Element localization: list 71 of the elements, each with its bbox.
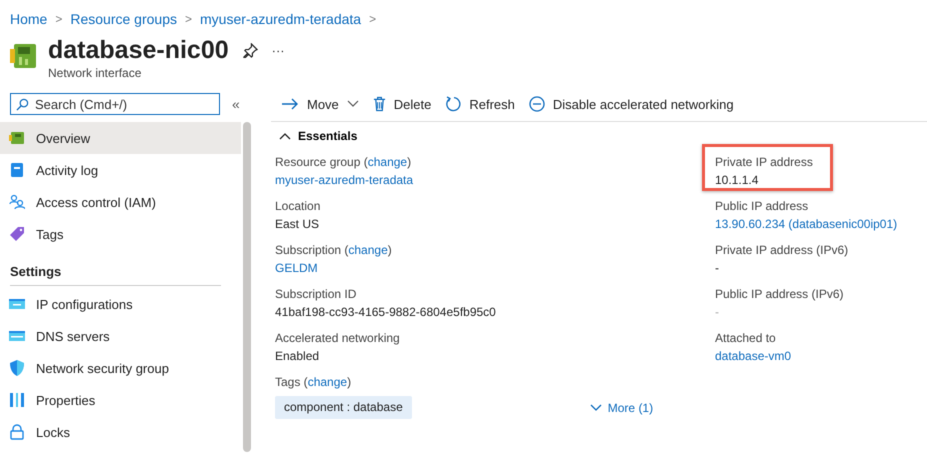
section-heading: Settings <box>9 263 62 281</box>
change-link[interactable]: change <box>308 375 348 389</box>
breadcrumb-link[interactable]: myuser-azuredm-teradata <box>200 10 362 26</box>
trash-icon <box>372 96 386 112</box>
dns-icon <box>9 328 25 344</box>
toolbar-button[interactable]: Refresh <box>445 96 515 112</box>
breadcrumb-separator: > <box>369 12 376 26</box>
refresh-icon <box>445 96 462 112</box>
change-link[interactable]: change <box>348 243 388 257</box>
field-label: Public IP address <box>715 198 810 215</box>
chevron-icon <box>279 132 291 140</box>
users-icon <box>9 194 25 210</box>
toolbar-button[interactable]: Move <box>281 96 359 112</box>
collapse-button[interactable]: « <box>232 96 240 112</box>
shield-icon <box>9 360 25 376</box>
search-icon <box>16 98 29 111</box>
breadcrumb-link[interactable]: Resource groups <box>70 10 177 26</box>
field-label: Private IP address (IPv6) <box>715 242 850 259</box>
more-button[interactable]: ··· <box>272 42 285 58</box>
field-label: Resource group (change) <box>275 154 412 171</box>
search-field[interactable]: Search (Cmd+/) <box>10 93 220 115</box>
field-link[interactable]: myuser-azuredm-teradata <box>275 171 715 189</box>
essentials-toggle[interactable]: Essentials <box>275 122 358 144</box>
arrow-right-icon <box>281 97 299 111</box>
field-value: - <box>715 260 720 277</box>
chevron-down-icon <box>590 404 602 412</box>
sidebar-item[interactable]: Tags <box>0 218 241 250</box>
breadcrumb-separator: > <box>185 12 192 26</box>
field-label: Private IP address <box>715 154 814 171</box>
pin-icon[interactable] <box>242 42 258 58</box>
tag-icon <box>9 226 25 242</box>
field-value: 41baf198-cc93-4165-9882-6804e5fb95c0 <box>275 304 497 321</box>
sidebar-item[interactable]: Properties <box>0 384 241 416</box>
sidebar-item[interactable]: Activity log <box>0 154 241 186</box>
breadcrumb-separator: > <box>55 12 62 26</box>
sidebar-item[interactable]: Network security group <box>0 352 241 384</box>
field-link[interactable]: GELDM <box>275 259 715 277</box>
field-label: Location <box>275 198 322 215</box>
lock-icon <box>9 424 25 440</box>
more-link[interactable]: More (1) <box>590 400 654 414</box>
change-link[interactable]: change <box>368 155 408 169</box>
chevron-down-icon <box>346 100 359 108</box>
field-link[interactable]: database-vm0 <box>715 347 927 365</box>
field-label: Subscription (change) <box>275 242 393 259</box>
toolbar-button[interactable]: Disable accelerated networking <box>528 96 734 112</box>
page-title: database-nic00 <box>48 35 229 65</box>
field-value: East US <box>275 216 320 233</box>
sidebar-item[interactable]: Access control (IAM) <box>0 186 241 218</box>
field-value: 10.1.1.4 <box>715 172 760 189</box>
field-label: Accelerated networking <box>275 330 401 347</box>
field-label: Tags (change) <box>275 374 352 391</box>
field-value: - <box>715 304 720 321</box>
log-book-icon <box>9 162 25 178</box>
field-label: Attached to <box>715 330 777 347</box>
field-label: Public IP address (IPv6) <box>715 286 845 303</box>
tag-chip: component : database <box>275 396 412 419</box>
ip-config-icon <box>9 296 25 312</box>
page-subtitle: Network interface <box>48 66 142 80</box>
field-label: Subscription ID <box>275 286 358 303</box>
minus-circle-icon <box>528 96 545 112</box>
breadcrumb-link[interactable]: Home <box>10 10 48 26</box>
toolbar-button[interactable]: Delete <box>372 96 432 112</box>
sidebar-item[interactable]: DNS servers <box>0 320 241 352</box>
scrollbar[interactable] <box>243 122 252 452</box>
sidebar-item[interactable]: Overview <box>0 122 241 154</box>
field-value: Enabled <box>275 348 320 365</box>
sidebar-item[interactable]: Locks <box>0 416 241 448</box>
network-card-icon <box>9 130 25 146</box>
bars-icon <box>9 392 25 408</box>
sidebar-item[interactable]: IP configurations <box>0 288 241 320</box>
field-link[interactable]: 13.90.60.234 (databasenic00ip01) <box>715 215 927 233</box>
